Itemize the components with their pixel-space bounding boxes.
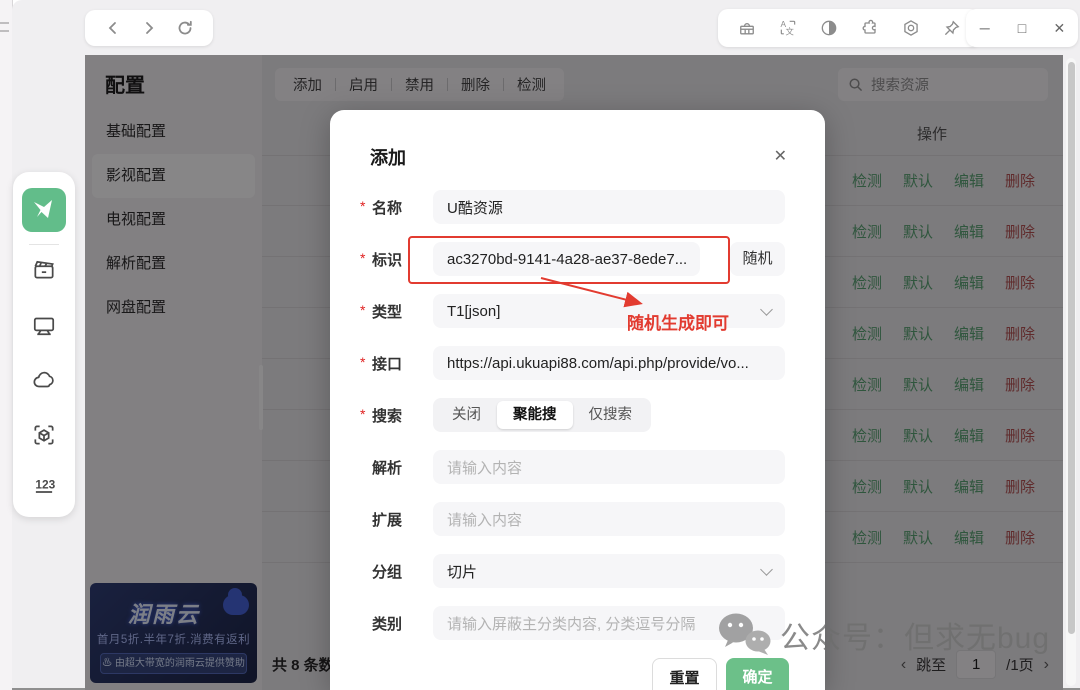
- close-button[interactable]: ✕: [1044, 20, 1074, 37]
- contrast-icon[interactable]: [816, 15, 842, 41]
- search-option-2[interactable]: 仅搜索: [573, 401, 649, 429]
- svg-text:123: 123: [35, 477, 55, 491]
- form-field-api: * 接口 https://api.ukuapi88.com/api.php/prov…: [330, 346, 825, 380]
- form-field-search: * 搜索 关闭 聚能搜 仅搜索: [330, 398, 825, 432]
- dialog-title: 添加: [370, 148, 406, 168]
- window-scrollbar[interactable]: [1066, 58, 1076, 686]
- window-controls: ─ □ ✕: [966, 9, 1078, 47]
- translate-icon[interactable]: A文: [775, 15, 801, 41]
- field-label-type: 类型: [372, 304, 403, 321]
- field-label-search: 搜索: [372, 408, 403, 425]
- field-label-category: 类别: [372, 616, 403, 633]
- ext-input[interactable]: 请输入内容: [433, 502, 785, 536]
- field-label-ext: 扩展: [372, 512, 403, 529]
- settings-icon[interactable]: [898, 15, 924, 41]
- search-option-1[interactable]: 聚能搜: [497, 401, 573, 429]
- watermark: 公众号：但求无bug: [716, 610, 1050, 660]
- app-window: A文 ─ □ ✕ 配置 基础配置影视配置电视配置解析配置网盘配置 润雨云 首月5…: [0, 0, 1080, 690]
- titlebar-tools: A文: [718, 9, 980, 47]
- form-field-parse: 解析 请输入内容: [330, 450, 825, 484]
- group-select[interactable]: 切片: [433, 554, 785, 588]
- form-field-ext: 扩展 请输入内容: [330, 502, 825, 536]
- wechat-icon: [719, 613, 771, 655]
- field-label-group: 分组: [372, 564, 403, 581]
- refresh-button[interactable]: [172, 15, 198, 41]
- field-label-api: 接口: [372, 356, 403, 373]
- cloud-icon[interactable]: [30, 366, 58, 394]
- forward-button[interactable]: [136, 15, 162, 41]
- required-asterisk: *: [360, 198, 366, 214]
- watermark-text: 公众号：但求无bug: [780, 622, 1051, 655]
- add-dialog: 添加 ✕ * 名称 U酷资源 * 标识 ac3270bd-9141-4a28-ae37-8…: [330, 110, 825, 690]
- dock-divider: [29, 244, 59, 245]
- dialog-form: * 名称 U酷资源 * 标识 ac3270bd-9141-4a28-ae37-8ede7.…: [330, 190, 825, 658]
- required-asterisk: *: [360, 406, 366, 422]
- gift-icon[interactable]: [734, 15, 760, 41]
- required-asterisk: *: [360, 354, 366, 370]
- tv-icon[interactable]: [30, 311, 58, 339]
- svg-text:文: 文: [785, 27, 794, 37]
- scrollbar-thumb[interactable]: [1067, 62, 1075, 634]
- extensions-icon[interactable]: [857, 15, 883, 41]
- required-asterisk: *: [360, 250, 366, 266]
- form-field-name: * 名称 U酷资源: [330, 190, 825, 224]
- back-button[interactable]: [100, 15, 126, 41]
- maximize-button[interactable]: □: [1007, 20, 1037, 36]
- parse-input[interactable]: 请输入内容: [433, 450, 785, 484]
- dialog-close-icon[interactable]: ✕: [774, 146, 787, 166]
- dialog-footer: 重置 确定: [330, 658, 789, 690]
- confirm-button[interactable]: 确定: [726, 658, 789, 690]
- reset-button[interactable]: 重置: [652, 658, 717, 690]
- scan-icon[interactable]: [30, 421, 58, 449]
- annotation-text: 随机生成即可: [627, 314, 729, 333]
- field-label-name: 名称: [372, 200, 403, 217]
- field-label-id: 标识: [372, 252, 403, 269]
- field-label-parse: 解析: [372, 460, 403, 477]
- nav-box: [85, 10, 213, 46]
- required-asterisk: *: [360, 302, 366, 318]
- api-input[interactable]: https://api.ukuapi88.com/api.php/provide…: [433, 346, 785, 380]
- app-logo[interactable]: [22, 188, 66, 232]
- app-dock: 123: [13, 172, 75, 517]
- numbers-icon[interactable]: 123: [30, 471, 58, 499]
- form-field-group: 分组 切片: [330, 554, 825, 588]
- name-input[interactable]: U酷资源: [433, 190, 785, 224]
- search-option-0[interactable]: 关闭: [436, 401, 497, 429]
- pin-icon[interactable]: [939, 15, 965, 41]
- minimize-button[interactable]: ─: [970, 20, 1000, 36]
- random-button[interactable]: 随机: [730, 242, 785, 276]
- movies-icon[interactable]: [30, 256, 58, 284]
- search-segmented: 关闭 聚能搜 仅搜索: [433, 398, 651, 432]
